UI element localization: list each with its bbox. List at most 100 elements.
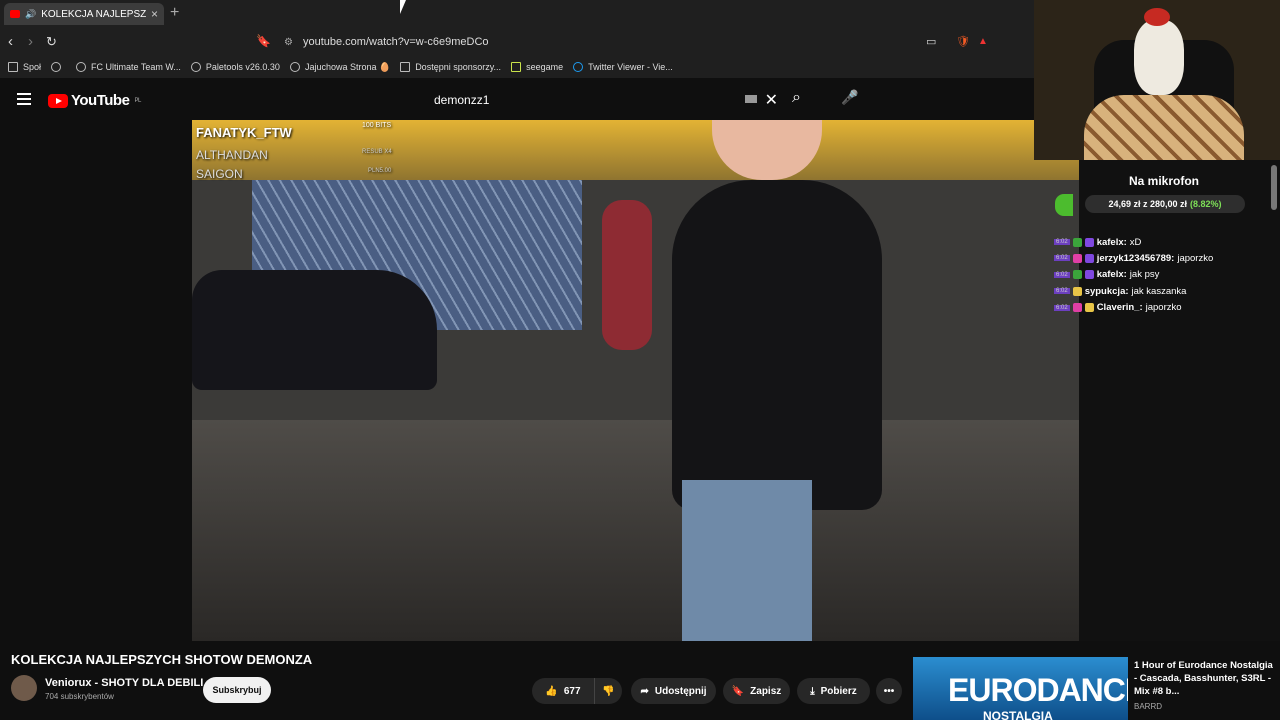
channel-name[interactable]: Veniorux - SHOTY DLA DEBILI xyxy=(45,677,203,689)
video-frame-car xyxy=(192,270,437,390)
video-frame-ceiling xyxy=(192,120,1079,180)
chat-scrollbar[interactable] xyxy=(1271,165,1277,210)
share-button[interactable]: ➦ Udostępnij xyxy=(631,678,716,704)
download-icon: ⤓ xyxy=(810,685,815,697)
goal-progress-fill xyxy=(1055,194,1074,216)
mouse-cursor-icon xyxy=(400,0,406,14)
folder-icon xyxy=(8,62,18,72)
chat-badge-icon xyxy=(1084,303,1094,313)
chat-badge-icon xyxy=(1072,303,1082,313)
like-button[interactable]: 👍 677 xyxy=(532,678,594,704)
address-bar[interactable]: ⚙ youtube.com/watch?v=w-c6e9meDCo xyxy=(276,31,996,53)
youtube-logo[interactable]: YouTube PL xyxy=(48,92,141,109)
dislike-button[interactable]: 👎 xyxy=(594,678,622,704)
forward-icon[interactable]: › xyxy=(28,33,33,50)
video-frame-passerby xyxy=(602,200,652,350)
chat-text: jak psy xyxy=(1129,269,1160,281)
video-frame-floor xyxy=(192,420,1079,641)
rewards-icon[interactable]: ▲ xyxy=(978,36,988,47)
back-icon[interactable]: ‹ xyxy=(8,33,13,50)
bookmark-star-icon[interactable]: 🔖 xyxy=(256,34,271,48)
menu-icon[interactable] xyxy=(17,93,31,105)
youtube-header: YouTube PL demonzz1 ✕ ⌕ 🎤 xyxy=(0,80,1034,120)
chat-username[interactable]: sypukcja: xyxy=(1085,286,1129,297)
like-count: 677 xyxy=(563,685,581,697)
speaker-icon[interactable]: 🔊 xyxy=(25,9,36,20)
bookmark-item[interactable]: FC Ultimate Team W... xyxy=(76,62,181,72)
goal-percent: (8.82%) xyxy=(1190,199,1222,209)
cast-icon[interactable]: ▭ xyxy=(926,35,936,48)
globe-icon xyxy=(190,62,201,72)
keyboard-icon[interactable] xyxy=(745,95,757,103)
browser-toolbar: ‹ › ↻ 🔖 ⚙ youtube.com/watch?v=w-c6e9meDC… xyxy=(0,28,1034,56)
bookmark-item[interactable]: Dostępni sponsorzy... xyxy=(400,62,501,72)
chat-timestamp: 6:02 xyxy=(1054,304,1070,311)
search-input[interactable]: demonzz1 ✕ xyxy=(424,85,784,115)
subscriber-count: 704 subskrybentów xyxy=(45,692,114,701)
new-tab-button[interactable]: + xyxy=(170,4,179,22)
chat-username[interactable]: kafelx: xyxy=(1097,237,1127,248)
site-settings-icon[interactable]: ⚙ xyxy=(284,37,293,48)
url-text: youtube.com/watch?v=w-c6e9meDCo xyxy=(302,36,489,48)
chat-text: xD xyxy=(1129,236,1142,248)
bookmark-item[interactable] xyxy=(51,62,66,72)
thumbs-up-icon: 👍 xyxy=(545,685,558,697)
video-player[interactable]: FANATYK_FTW 100 BITS ALTHANDAN RESUB X4 … xyxy=(192,120,1079,641)
recommended-title[interactable]: 1 Hour of Eurodance Nostalgia - Cascada,… xyxy=(1134,659,1274,698)
bookmark-item[interactable]: Jajuchowa Strona 🥚 xyxy=(289,62,390,73)
globe-icon xyxy=(51,62,62,72)
recommended-channel[interactable]: BARRD xyxy=(1134,702,1162,711)
save-button[interactable]: 🔖 Zapisz xyxy=(723,678,790,704)
chat-username[interactable]: kafelx: xyxy=(1097,269,1127,280)
globe-icon xyxy=(400,62,411,72)
chat-text: jak kaszanka xyxy=(1131,285,1187,297)
chat-badge-icon xyxy=(1084,237,1094,247)
chat-message: 6:02 jerzyk123456789: japorzko xyxy=(1054,250,1213,266)
chat-message: 6:02 sypukcja: jak kaszanka xyxy=(1054,283,1186,299)
goal-progress-bar: 24,69 zł z 280,00 zł (8.82%) xyxy=(1085,195,1245,213)
chat-timestamp: 6:02 xyxy=(1054,239,1070,245)
chat-username[interactable]: Claverin_: xyxy=(1097,302,1143,313)
chat-badge-icon xyxy=(1084,253,1094,263)
recommended-thumbnail[interactable]: EURODANCE NOSTALGIA xyxy=(913,657,1128,720)
share-icon: ➦ xyxy=(640,685,649,697)
bookmarks-bar: Społ FC Ultimate Team W... Paletools v26… xyxy=(0,56,1034,78)
tab-close-icon[interactable]: × xyxy=(151,7,158,21)
chat-text: japorzko xyxy=(1145,302,1182,314)
globe-icon xyxy=(289,62,300,72)
download-button[interactable]: ⤓ Pobierz xyxy=(797,678,870,704)
browser-tab-bar: 🔊 KOLEKCJA NAJLEPSZYCH SHO × + xyxy=(0,0,1034,28)
overlay-line3-tag: PLN5.00 xyxy=(368,168,392,174)
video-title: KOLEKCJA NAJLEPSZYCH SHOTOW DEMONZA xyxy=(11,652,313,667)
youtube-favicon-icon xyxy=(10,10,20,18)
search-icon[interactable]: ⌕ xyxy=(792,89,801,107)
chat-badge-icon xyxy=(1072,253,1082,263)
reload-icon[interactable]: ↻ xyxy=(46,34,57,50)
bookmark-item[interactable]: Paletools v26.0.30 xyxy=(190,62,280,72)
brave-shield-icon[interactable]: 🛡 xyxy=(956,35,970,48)
bookmark-item[interactable]: seegame xyxy=(511,62,563,72)
webcam-chicken-comb xyxy=(1144,8,1170,26)
goal-amount: 24,69 zł z 280,00 zł xyxy=(1108,199,1188,209)
goal-title: Na mikrofon xyxy=(1128,174,1199,188)
chat-timestamp: 6:02 xyxy=(1054,271,1070,278)
channel-avatar[interactable] xyxy=(11,675,37,701)
bookmark-item[interactable]: Twitter Viewer - Vie... xyxy=(573,62,673,72)
bookmark-item[interactable]: Społ xyxy=(8,62,41,72)
overlay-bits: 100 BITS xyxy=(362,122,392,129)
chat-message: 6:02 kafelx: jak psy xyxy=(1054,267,1159,283)
chat-badge-icon xyxy=(1072,237,1082,247)
stream-chat-panel: Na mikrofon 24,69 zł z 280,00 zł (8.82%) xyxy=(1079,160,1280,641)
browser-tab-active[interactable]: 🔊 KOLEKCJA NAJLEPSZYCH SHO × xyxy=(4,3,164,25)
clear-search-icon[interactable]: ✕ xyxy=(765,90,778,110)
overlay-line3: SAIGON xyxy=(196,167,243,181)
chat-message: 6:02 Claverin_: japorzko xyxy=(1054,300,1182,316)
more-actions-button[interactable]: ••• xyxy=(876,678,902,704)
video-frame-person xyxy=(672,180,882,510)
webcam-chicken-mask xyxy=(1134,20,1184,95)
microphone-icon[interactable]: 🎤 xyxy=(841,89,858,106)
globe-icon xyxy=(511,62,522,72)
globe-icon xyxy=(573,62,584,72)
chat-username[interactable]: jerzyk123456789: xyxy=(1097,253,1175,264)
subscribe-button[interactable]: Subskrybuj xyxy=(203,677,271,703)
